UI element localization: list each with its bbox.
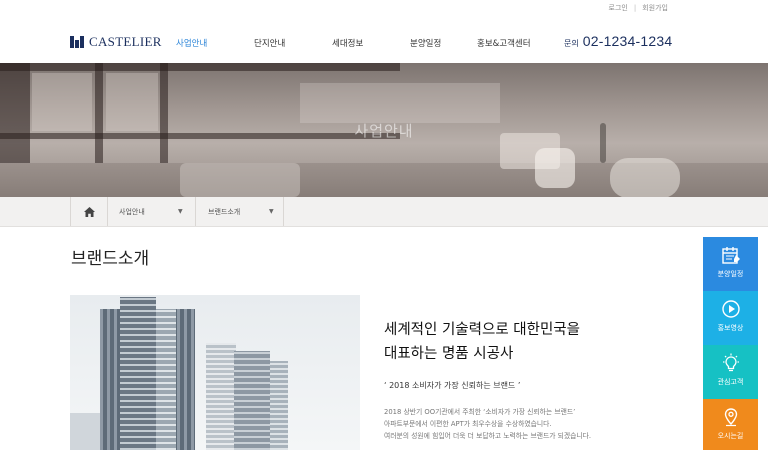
nav-item-business[interactable]: 사업안내 bbox=[176, 37, 254, 49]
logo-mark-icon bbox=[70, 36, 86, 48]
header: CASTELIER 사업안내 단지안내 세대정보 분양일정 홍보&고객센터 문의… bbox=[0, 25, 768, 61]
page: { "util": { "login": "로그인", "separator":… bbox=[0, 0, 768, 450]
headline-line1: 세계적인 기술력으로 대한민국을 bbox=[384, 322, 580, 338]
logo-text: CASTELIER bbox=[89, 34, 162, 49]
quick-schedule-button[interactable]: 분양일정 bbox=[703, 237, 758, 291]
nav-item-schedule[interactable]: 분양일정 bbox=[410, 37, 477, 49]
nav-item-units[interactable]: 세대정보 bbox=[332, 37, 410, 49]
home-button[interactable] bbox=[70, 197, 108, 226]
util-separator: | bbox=[633, 4, 637, 12]
quick-directions-button[interactable]: 오시는길 bbox=[703, 399, 758, 450]
description-line2: 아파트부문에서 이편한 APT가 최우수상을 수상하였습니다. bbox=[384, 420, 552, 428]
phone-label: 문의 bbox=[564, 39, 579, 48]
page-title: 브랜드소개 bbox=[71, 249, 150, 269]
slogan: ‘ 2018 소비자가 가장 신뢰하는 브랜드 ’ bbox=[384, 381, 521, 390]
breadcrumb-level1[interactable]: 사업안내 ▼ bbox=[108, 197, 196, 226]
breadcrumb: 사업안내 ▼ 브랜드소개 ▼ bbox=[0, 197, 768, 227]
quick-interest-label: 관심고객 bbox=[717, 378, 744, 386]
lightbulb-icon bbox=[722, 353, 739, 372]
headline: 세계적인 기술력으로 대한민국을 대표하는 명품 시공사 bbox=[384, 318, 580, 366]
play-icon bbox=[721, 300, 740, 318]
description-line1: 2018 상반기 OO기관에서 주최한 ‘소비자가 가장 신뢰하는 브랜드’ bbox=[384, 408, 576, 416]
quick-directions-label: 오시는길 bbox=[717, 432, 744, 440]
main-nav: 사업안내 단지안내 세대정보 분양일정 홍보&고객센터 bbox=[176, 37, 531, 49]
building-photo bbox=[70, 295, 360, 450]
description: 2018 상반기 OO기관에서 주최한 ‘소비자가 가장 신뢰하는 브랜드’ 아… bbox=[384, 406, 591, 442]
login-link[interactable]: 로그인 bbox=[609, 3, 628, 13]
utility-links: 로그인 | 회원가입 bbox=[609, 3, 668, 13]
contact-phone: 문의 02-1234-1234 bbox=[564, 33, 672, 49]
breadcrumb-level1-label: 사업안내 bbox=[119, 207, 145, 216]
quick-video-label: 홍보영상 bbox=[717, 324, 744, 332]
quick-interest-button[interactable]: 관심고객 bbox=[703, 345, 758, 399]
join-link[interactable]: 회원가입 bbox=[642, 3, 668, 13]
hero-title: 사업안내 bbox=[354, 122, 414, 140]
nav-item-pr-center[interactable]: 홍보&고객센터 bbox=[477, 37, 531, 49]
nav-item-complex[interactable]: 단지안내 bbox=[254, 37, 332, 49]
home-icon bbox=[83, 206, 95, 217]
hero-banner: 사업안내 bbox=[0, 63, 768, 197]
logo[interactable]: CASTELIER bbox=[70, 34, 162, 50]
quick-menu: 분양일정 홍보영상 관심고객 오시는길 bbox=[703, 237, 758, 450]
map-pin-icon bbox=[724, 408, 737, 427]
chevron-down-icon: ▼ bbox=[178, 208, 183, 215]
quick-video-button[interactable]: 홍보영상 bbox=[703, 291, 758, 345]
phone-number: 02-1234-1234 bbox=[582, 33, 673, 49]
calendar-icon bbox=[721, 247, 740, 264]
chevron-down-icon: ▼ bbox=[269, 208, 274, 215]
breadcrumb-level2-label: 브랜드소개 bbox=[208, 207, 241, 216]
quick-schedule-label: 분양일정 bbox=[717, 270, 744, 278]
headline-line2: 대표하는 명품 시공사 bbox=[384, 346, 514, 362]
description-line3: 여러분의 성원에 힘입어 더욱 더 보답하고 노력하는 브랜드가 되겠습니다. bbox=[384, 432, 592, 440]
breadcrumb-level2[interactable]: 브랜드소개 ▼ bbox=[196, 197, 284, 226]
